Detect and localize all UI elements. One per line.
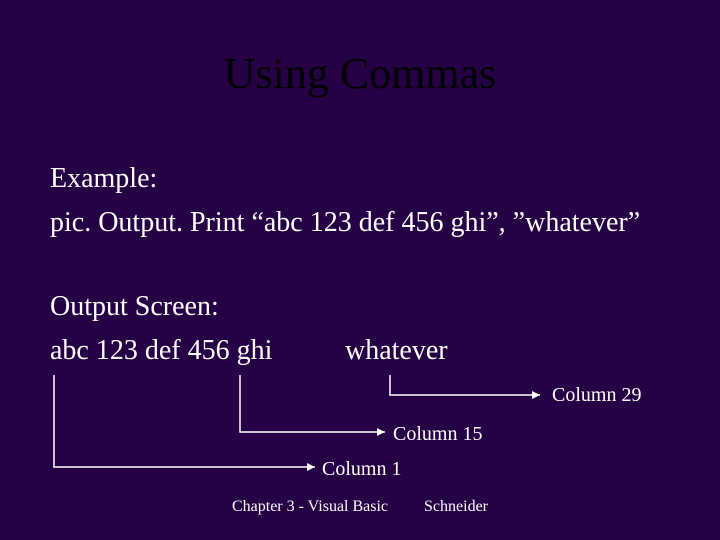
slide: Using Commas Example: pic. Output. Print… [0, 0, 720, 540]
output-value-2: whatever [345, 334, 448, 368]
output-screen-label: Output Screen: [50, 290, 219, 324]
footer-author: Schneider [424, 498, 488, 515]
column-15-label: Column 15 [393, 423, 482, 446]
example-label: Example: [50, 162, 157, 196]
output-value-1: abc 123 def 456 ghi [50, 334, 272, 368]
footer-chapter: Chapter 3 - Visual Basic [232, 498, 388, 515]
column-29-label: Column 29 [552, 384, 641, 407]
column-1-label: Column 1 [322, 458, 401, 481]
slide-title: Using Commas [0, 48, 720, 99]
code-line: pic. Output. Print “abc 123 def 456 ghi”… [50, 206, 640, 240]
slide-footer: Chapter 3 - Visual Basic Schneider [0, 498, 720, 516]
